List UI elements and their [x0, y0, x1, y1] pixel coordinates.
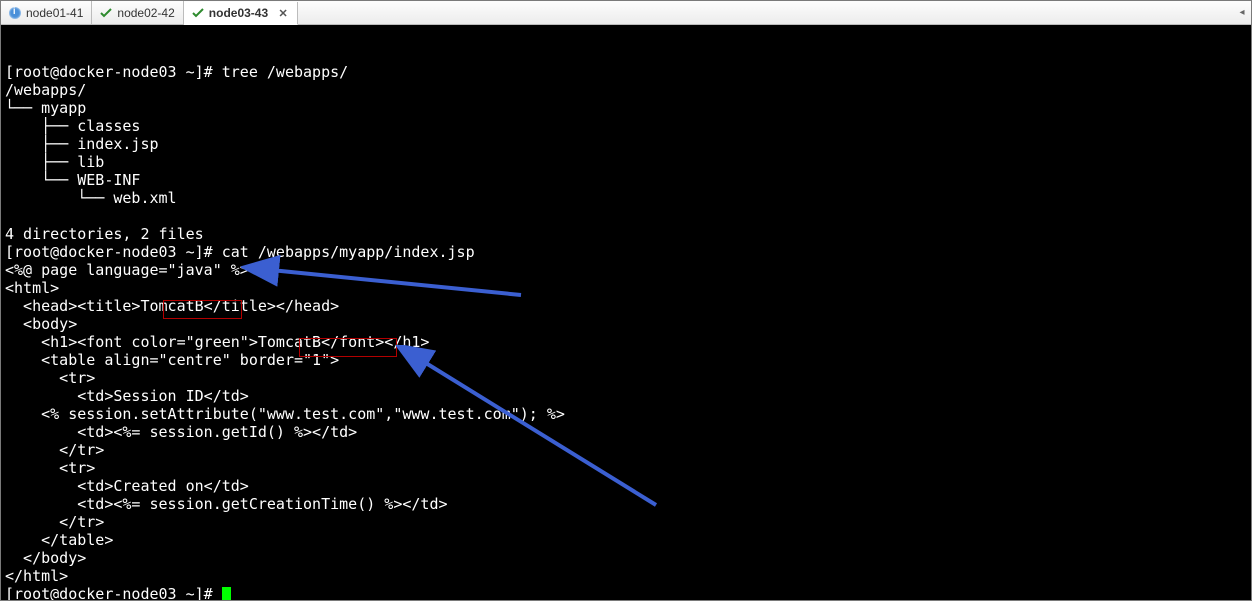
terminal-line: <head><title>TomcatB</title></head>	[5, 297, 1247, 315]
terminal-line: <td><%= session.getCreationTime() %></td…	[5, 495, 1247, 513]
terminal-line: <tr>	[5, 459, 1247, 477]
terminal-line: </tr>	[5, 441, 1247, 459]
terminal-window: node01-41 node02-42 node03-43 ✕ ◂ [root@…	[0, 0, 1252, 601]
check-icon	[192, 7, 204, 19]
terminal-line: ├── index.jsp	[5, 135, 1247, 153]
terminal-line: [root@docker-node03 ~]#	[5, 585, 1247, 600]
tab-label: node02-42	[117, 6, 174, 20]
check-icon	[100, 7, 112, 19]
terminal-line: ├── classes	[5, 117, 1247, 135]
terminal-line: <html>	[5, 279, 1247, 297]
tab-label: node01-41	[26, 6, 83, 20]
terminal-line: </table>	[5, 531, 1247, 549]
terminal-line: <td><%= session.getId() %></td>	[5, 423, 1247, 441]
info-icon	[9, 7, 21, 19]
terminal-line: 4 directories, 2 files	[5, 225, 1247, 243]
tab-label: node03-43	[209, 6, 268, 20]
terminal-line: ├── lib	[5, 153, 1247, 171]
terminal-line: └── myapp	[5, 99, 1247, 117]
tab-bar: node01-41 node02-42 node03-43 ✕ ◂	[1, 1, 1251, 25]
terminal-line: └── web.xml	[5, 189, 1247, 207]
terminal-line: <table align="centre" border="1">	[5, 351, 1247, 369]
cursor	[222, 587, 231, 600]
terminal-line: <h1><font color="green">TomcatB</font></…	[5, 333, 1247, 351]
tab-node02[interactable]: node02-42	[92, 1, 183, 24]
terminal-line: <%@ page language="java" %>	[5, 261, 1247, 279]
terminal-line: [root@docker-node03 ~]# tree /webapps/	[5, 63, 1247, 81]
terminal-line: <td>Created on</td>	[5, 477, 1247, 495]
terminal-line: └── WEB-INF	[5, 171, 1247, 189]
terminal-line: </html>	[5, 567, 1247, 585]
close-icon[interactable]: ✕	[277, 7, 289, 19]
terminal-line	[5, 207, 1247, 225]
tab-node03[interactable]: node03-43 ✕	[184, 2, 298, 25]
terminal-line: <td>Session ID</td>	[5, 387, 1247, 405]
terminal-line: <body>	[5, 315, 1247, 333]
terminal-line: <tr>	[5, 369, 1247, 387]
terminal-line: [root@docker-node03 ~]# cat /webapps/mya…	[5, 243, 1247, 261]
terminal-line: /webapps/	[5, 81, 1247, 99]
terminal-line: </body>	[5, 549, 1247, 567]
tabbar-arrow-icon[interactable]: ◂	[1233, 1, 1251, 24]
tab-node01[interactable]: node01-41	[1, 1, 92, 24]
terminal-line: <% session.setAttribute("www.test.com","…	[5, 405, 1247, 423]
terminal-line: </tr>	[5, 513, 1247, 531]
terminal-area[interactable]: [root@docker-node03 ~]# tree /webapps//w…	[1, 25, 1251, 600]
